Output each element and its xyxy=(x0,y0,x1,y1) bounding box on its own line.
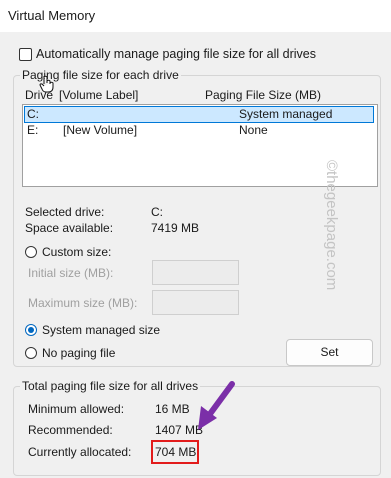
custom-size-label[interactable]: Custom size: xyxy=(42,245,111,259)
initial-size-label: Initial size (MB): xyxy=(28,266,114,280)
space-available-value: 7419 MB xyxy=(151,221,200,235)
no-paging-label[interactable]: No paging file xyxy=(42,346,115,360)
selected-drive-value: C: xyxy=(151,205,163,219)
row-size: System managed xyxy=(239,107,333,121)
currently-allocated-value: 704 MB xyxy=(155,445,197,459)
row-size: None xyxy=(239,123,268,137)
minimum-allowed-value: 16 MB xyxy=(155,402,190,416)
maximum-size-label: Maximum size (MB): xyxy=(28,296,138,310)
row-drive: C: xyxy=(27,107,39,121)
row-volume: [New Volume] xyxy=(63,123,138,137)
auto-manage-checkbox[interactable] xyxy=(19,48,32,61)
recommended-label: Recommended: xyxy=(28,423,113,437)
arrow-annotation-icon xyxy=(198,381,235,430)
col-volume-label: [Volume Label] xyxy=(59,88,139,102)
watermark: ©thegeekpage.com xyxy=(323,160,340,291)
window-title: Virtual Memory xyxy=(8,8,96,23)
set-button[interactable]: Set xyxy=(286,339,373,366)
system-managed-radio[interactable] xyxy=(25,324,37,336)
currently-allocated-label: Currently allocated: xyxy=(28,445,132,459)
totals-legend: Total paging file size for all drives xyxy=(20,379,201,393)
selected-drive-label: Selected drive: xyxy=(25,205,105,219)
space-available-label: Space available: xyxy=(25,221,114,235)
initial-size-input[interactable] xyxy=(152,260,239,285)
col-paging-file-size: Paging File Size (MB) xyxy=(205,88,322,102)
no-paging-radio[interactable] xyxy=(25,347,37,359)
col-drive: Drive xyxy=(25,88,54,102)
maximum-size-input[interactable] xyxy=(152,290,239,315)
row-drive: E: xyxy=(27,123,39,137)
custom-size-radio[interactable] xyxy=(25,246,37,258)
minimum-allowed-label: Minimum allowed: xyxy=(28,402,125,416)
system-managed-label[interactable]: System managed size xyxy=(42,323,160,337)
auto-manage-label[interactable]: Automatically manage paging file size fo… xyxy=(36,47,316,61)
